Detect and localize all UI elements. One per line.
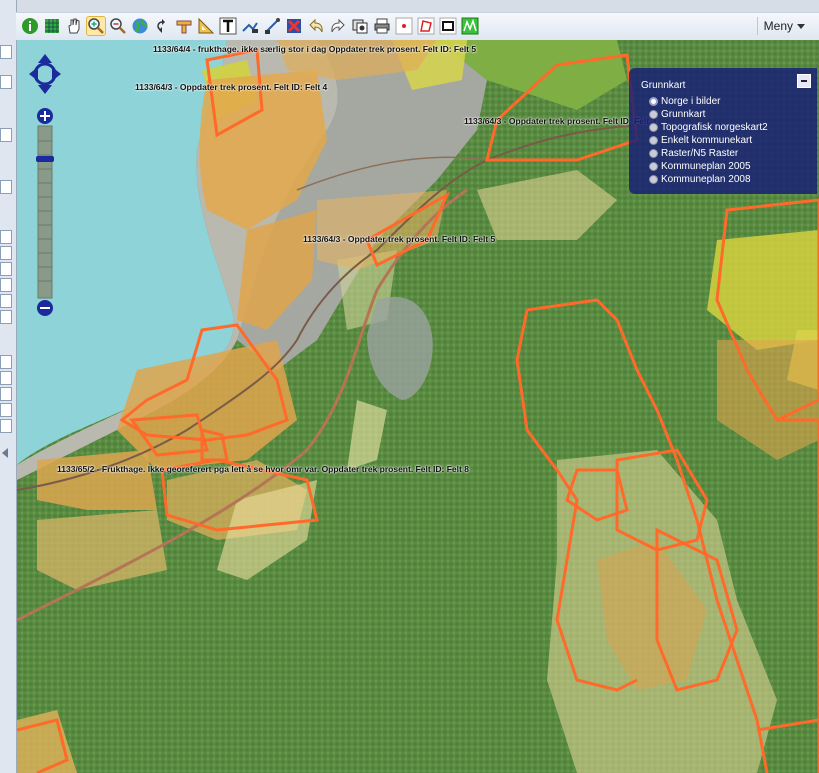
globe-icon[interactable] [130, 16, 150, 36]
parcel-label[interactable]: 1133/65/2 - Frukthage. Ikke georeferert … [57, 464, 469, 474]
info-icon[interactable] [20, 16, 40, 36]
parcel-label[interactable]: 1133/64/3 - Oppdater trek prosent. Felt … [135, 82, 327, 92]
left-panel-strip[interactable] [0, 0, 17, 773]
layer-label: Raster/N5 Raster [661, 148, 739, 159]
layer-option[interactable]: Norge i bilder [649, 95, 768, 108]
tool-group [20, 16, 480, 36]
set-square-icon[interactable] [196, 16, 216, 36]
zoom-handle [36, 156, 54, 162]
layer-switcher: Grunnkart Norge i bilder Grunnkart Topog… [629, 68, 817, 194]
panel-tab[interactable] [0, 371, 12, 385]
delete-feature-icon[interactable] [284, 16, 304, 36]
layer-label: Kommuneplan 2005 [661, 161, 751, 172]
radio-selected-icon[interactable] [649, 97, 658, 106]
redo-icon[interactable] [328, 16, 348, 36]
pan-right-icon [52, 67, 61, 81]
ruler-icon[interactable] [174, 16, 194, 36]
radio-icon[interactable] [649, 175, 658, 184]
point-icon[interactable] [394, 16, 414, 36]
menu-button[interactable]: Meny [756, 17, 811, 35]
map-canvas[interactable]: 1133/64/4 - frukthage. ikke særlig stor … [17, 40, 819, 773]
radio-icon[interactable] [649, 162, 658, 171]
panel-tab[interactable] [0, 180, 12, 194]
panel-tab[interactable] [0, 310, 12, 324]
layer-option[interactable]: Enkelt kommunekart [649, 134, 768, 147]
zoom-out-icon[interactable] [108, 16, 128, 36]
panel-tab[interactable] [0, 278, 12, 292]
panel-tab[interactable] [0, 262, 12, 276]
print-icon[interactable] [372, 16, 392, 36]
zoom-in-icon[interactable] [86, 16, 106, 36]
expand-arrow-icon[interactable] [2, 448, 8, 458]
map-toolbar: Meny [16, 12, 819, 41]
radio-icon[interactable] [649, 123, 658, 132]
panel-tab[interactable] [0, 45, 12, 59]
panel-tab[interactable] [0, 230, 12, 244]
radio-icon[interactable] [649, 110, 658, 119]
layers-icon[interactable] [350, 16, 370, 36]
profile-icon[interactable] [460, 16, 480, 36]
panel-tab[interactable] [0, 294, 12, 308]
panel-tab[interactable] [0, 403, 12, 417]
parcel-label[interactable]: 1133/64/3 - Oppdater trek prosent. Felt … [464, 116, 656, 126]
layer-label: Enkelt kommunekart [661, 135, 753, 146]
pan-left-icon [29, 67, 38, 81]
minimize-icon[interactable] [797, 74, 811, 88]
pan-down-icon [38, 85, 52, 94]
layer-label: Norge i bilder [661, 96, 721, 107]
layer-option[interactable]: Topografisk norgeskart2 [649, 121, 768, 134]
layer-option[interactable]: Grunnkart [649, 108, 768, 121]
panel-tab[interactable] [0, 128, 12, 142]
square-icon[interactable] [438, 16, 458, 36]
layer-label: Topografisk norgeskart2 [661, 122, 768, 133]
panel-tab[interactable] [0, 419, 12, 433]
undo-icon[interactable] [306, 16, 326, 36]
polygon-icon[interactable] [416, 16, 436, 36]
layer-option[interactable]: Kommuneplan 2005 [649, 160, 768, 173]
pan-hand-icon[interactable] [64, 16, 84, 36]
layer-option[interactable]: Raster/N5 Raster [649, 147, 768, 160]
chevron-down-icon [797, 23, 805, 29]
refresh-icon[interactable] [152, 16, 172, 36]
parcel-label[interactable]: 1133/64/4 - frukthage. ikke særlig stor … [153, 44, 476, 54]
zoom-slider[interactable] [35, 108, 55, 318]
grid-icon[interactable] [42, 16, 62, 36]
pan-control[interactable] [27, 48, 63, 100]
menu-label: Meny [763, 19, 793, 33]
select-feature-icon[interactable] [262, 16, 282, 36]
panel-tab[interactable] [0, 387, 12, 401]
parcel-label[interactable]: 1133/64/3 - Oppdater trek prosent. Felt … [303, 234, 495, 244]
layer-list: Norge i bilder Grunnkart Topografisk nor… [649, 95, 768, 186]
layer-option[interactable]: Kommuneplan 2008 [649, 173, 768, 186]
panel-tab[interactable] [0, 246, 12, 260]
layer-panel-title: Grunnkart [641, 80, 686, 91]
draw-line-icon[interactable] [240, 16, 260, 36]
panel-tab[interactable] [0, 75, 12, 89]
radio-icon[interactable] [649, 136, 658, 145]
text-icon[interactable] [218, 16, 238, 36]
pan-up-icon [38, 54, 52, 63]
panel-tab[interactable] [0, 355, 12, 369]
layer-label: Grunnkart [661, 109, 706, 120]
radio-icon[interactable] [649, 149, 658, 158]
layer-label: Kommuneplan 2008 [661, 174, 751, 185]
